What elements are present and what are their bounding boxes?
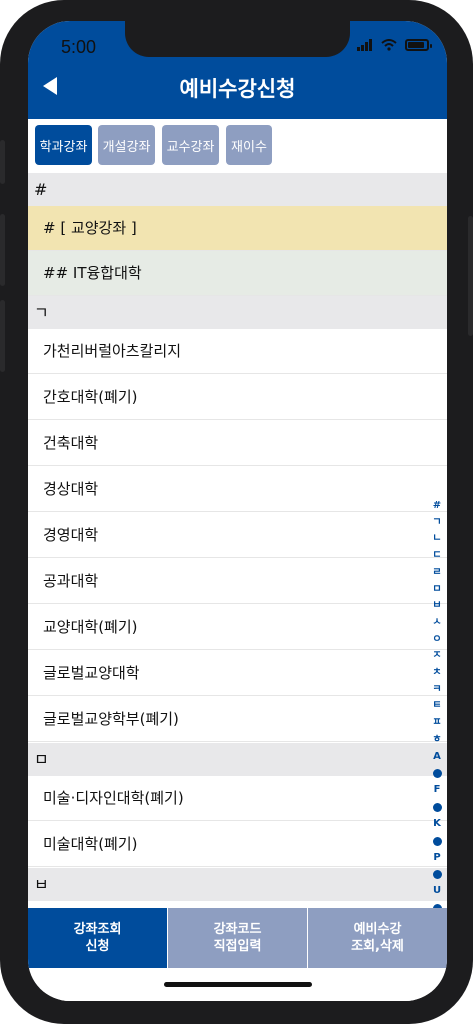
power-button bbox=[468, 216, 473, 336]
list-item[interactable]: 가천리버럴아츠칼리지 bbox=[28, 329, 447, 374]
index-letter[interactable]: ㅇ bbox=[432, 632, 441, 649]
course-search-apply-button[interactable]: 강좌조회 신청 bbox=[28, 908, 167, 968]
battery-icon bbox=[405, 39, 432, 51]
index-letter[interactable]: ㅊ bbox=[432, 665, 441, 682]
bottom-nav: 강좌조회 신청 강좌코드 직접입력 예비수강 조회,삭제 bbox=[28, 908, 447, 968]
tab-retake[interactable]: 재이수 bbox=[226, 125, 272, 165]
index-letter[interactable]: ㅅ bbox=[432, 615, 441, 632]
list-item[interactable]: # [ 교양강좌 ] bbox=[28, 206, 447, 251]
status-time: 5:00 bbox=[61, 37, 97, 57]
college-list: # # [ 교양강좌 ] ## IT융합대학 ㄱ 가천리버럴아츠칼리지 간호대학… bbox=[28, 173, 447, 910]
list-item[interactable]: 공과대학 bbox=[28, 559, 447, 604]
section-header: # bbox=[28, 173, 447, 206]
section-header: ㅂ bbox=[28, 868, 447, 901]
button-label-line1: 강좌조회 bbox=[73, 922, 122, 937]
index-letter[interactable]: U bbox=[433, 883, 441, 900]
index-letter[interactable]: ㄹ bbox=[432, 565, 441, 582]
course-code-entry-button[interactable]: 강좌코드 직접입력 bbox=[167, 908, 307, 968]
wifi-icon bbox=[381, 39, 397, 51]
list-item[interactable]: 글로벌교양대학 bbox=[28, 651, 447, 696]
list-item[interactable]: 경상대학 bbox=[28, 467, 447, 512]
index-scrubber[interactable]: #ㄱㄴㄷㄹㅁㅂㅅㅇㅈㅊㅋㅌㅍㅎAFKPUZ bbox=[429, 498, 445, 910]
index-letter[interactable]: ㅈ bbox=[432, 648, 441, 665]
mute-switch bbox=[0, 140, 5, 184]
index-letter[interactable]: ㅍ bbox=[432, 715, 441, 732]
volume-up-button bbox=[0, 214, 5, 286]
notch bbox=[125, 21, 350, 57]
phone-frame: 5:00 예비수강신청 학과강좌 개설강좌 교수강좌 재이수 # # [교양강… bbox=[0, 0, 473, 1024]
index-letter[interactable]: ㄷ bbox=[432, 548, 441, 565]
pre-registration-view-button[interactable]: 예비수강 조회,삭제 bbox=[307, 908, 447, 968]
home-indicator[interactable] bbox=[164, 982, 312, 987]
button-label-line1: 예비수강 bbox=[353, 922, 402, 937]
index-letter[interactable]: ㅂ bbox=[432, 598, 441, 615]
tab-professor-courses[interactable]: 교수강좌 bbox=[162, 125, 219, 165]
index-letter[interactable]: ㅋ bbox=[432, 682, 441, 699]
section-header: ㄱ bbox=[28, 296, 447, 329]
list-item[interactable]: 글로벌교양학부(폐기) bbox=[28, 697, 447, 742]
index-dot[interactable] bbox=[432, 802, 442, 812]
index-letter[interactable]: ㄱ bbox=[432, 515, 441, 532]
list-item[interactable]: 미술·디자인대학(폐기) bbox=[28, 776, 447, 821]
status-icons bbox=[357, 39, 432, 51]
volume-down-button bbox=[0, 300, 5, 372]
index-letter[interactable]: # bbox=[433, 498, 441, 515]
list-item[interactable]: 경영대학 bbox=[28, 513, 447, 558]
index-letter[interactable]: ㄴ bbox=[432, 531, 441, 548]
index-letter[interactable]: F bbox=[434, 782, 441, 799]
tab-open-courses[interactable]: 개설강좌 bbox=[98, 125, 155, 165]
section-header: ㅁ bbox=[28, 743, 447, 776]
index-letter[interactable]: A bbox=[433, 749, 441, 766]
button-label-line2: 조회,삭제 bbox=[351, 939, 404, 954]
button-label-line2: 신청 bbox=[85, 939, 110, 954]
index-letter[interactable]: ㅁ bbox=[432, 582, 441, 599]
home-indicator-area bbox=[28, 968, 447, 1001]
index-letter[interactable]: ㅎ bbox=[432, 732, 441, 749]
index-dot[interactable] bbox=[432, 836, 442, 846]
screen: 5:00 예비수강신청 학과강좌 개설강좌 교수강좌 재이수 # # [교양강… bbox=[28, 21, 447, 1001]
button-label-line2: 직접입력 bbox=[213, 939, 262, 954]
button-label-line1: 강좌코드 bbox=[213, 922, 262, 937]
signal-icon bbox=[357, 39, 372, 51]
index-letter[interactable]: ㅌ bbox=[432, 698, 441, 715]
page-title: 예비수강신청 bbox=[179, 77, 296, 101]
list-item[interactable]: ## IT융합대학 bbox=[28, 251, 447, 296]
index-dot[interactable] bbox=[432, 870, 442, 880]
index-letter[interactable]: P bbox=[433, 850, 440, 867]
tab-bar: 학과강좌 개설강좌 교수강좌 재이수 bbox=[28, 119, 447, 173]
app-header: 5:00 예비수강신청 bbox=[28, 21, 447, 119]
index-letter[interactable]: K bbox=[433, 816, 441, 833]
list-item[interactable]: 미술대학(폐기) bbox=[28, 822, 447, 867]
list-item[interactable]: 건축대학 bbox=[28, 421, 447, 466]
list-item[interactable]: 간호대학(폐기) bbox=[28, 375, 447, 420]
list-item[interactable]: 교양대학(폐기) bbox=[28, 605, 447, 650]
index-dot[interactable] bbox=[432, 769, 442, 779]
tab-department-courses[interactable]: 학과강좌 bbox=[35, 125, 92, 165]
